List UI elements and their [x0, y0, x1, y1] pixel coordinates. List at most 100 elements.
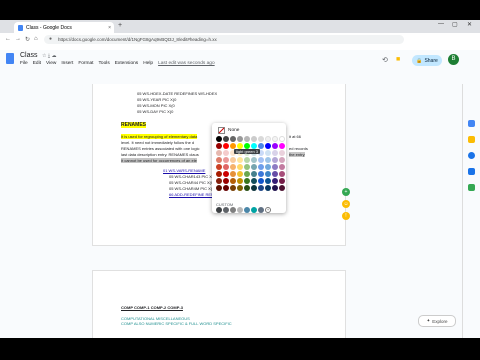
color-swatch[interactable]	[265, 171, 271, 177]
color-swatch[interactable]	[244, 185, 250, 191]
color-swatch[interactable]	[230, 136, 236, 142]
color-swatch[interactable]	[258, 136, 264, 142]
color-swatch[interactable]	[216, 178, 222, 184]
meet-icon[interactable]: ■	[396, 56, 400, 63]
color-swatch[interactable]	[272, 150, 278, 156]
color-swatch[interactable]	[279, 157, 285, 163]
color-swatch[interactable]	[272, 185, 278, 191]
color-swatch[interactable]	[223, 136, 229, 142]
color-swatch[interactable]	[251, 185, 257, 191]
color-swatch[interactable]	[230, 157, 236, 163]
color-swatch[interactable]	[251, 157, 257, 163]
address-bar[interactable]: ● https://docs.google.com/document/d/1Ng…	[44, 35, 404, 44]
color-swatch[interactable]	[265, 157, 271, 163]
color-swatch[interactable]	[251, 178, 257, 184]
maps-icon[interactable]	[468, 184, 475, 191]
color-swatch[interactable]	[237, 164, 243, 170]
menu-tools[interactable]: Tools	[99, 61, 110, 66]
color-swatch[interactable]	[216, 143, 222, 149]
document-title[interactable]: Class	[20, 52, 38, 59]
color-swatch[interactable]	[265, 178, 271, 184]
color-swatch[interactable]	[251, 171, 257, 177]
color-swatch[interactable]	[223, 171, 229, 177]
explore-button[interactable]: ✦ Explore	[418, 315, 456, 327]
menu-insert[interactable]: Insert	[61, 61, 73, 66]
color-swatch[interactable]	[258, 164, 264, 170]
color-swatch[interactable]	[279, 185, 285, 191]
custom-color-swatch[interactable]	[230, 207, 236, 213]
custom-color-swatch[interactable]	[223, 207, 229, 213]
color-swatch[interactable]	[258, 178, 264, 184]
add-comment-button[interactable]: +	[342, 188, 350, 196]
menu-edit[interactable]: Edit	[33, 61, 41, 66]
color-swatch[interactable]	[265, 150, 271, 156]
color-swatch[interactable]	[244, 157, 250, 163]
new-tab-button[interactable]: +	[118, 22, 122, 29]
color-swatch[interactable]	[258, 171, 264, 177]
add-custom-color-button[interactable]: +	[265, 207, 271, 213]
history-icon[interactable]: ⟲	[382, 56, 388, 64]
color-swatch[interactable]	[265, 143, 271, 149]
color-swatch[interactable]	[272, 136, 278, 142]
color-swatch[interactable]	[272, 178, 278, 184]
share-button[interactable]: 🔒 Share	[412, 55, 442, 66]
reload-button[interactable]: ↻	[25, 36, 30, 43]
emoji-reaction-button[interactable]: ☺	[342, 200, 350, 208]
color-swatch[interactable]	[216, 171, 222, 177]
menu-view[interactable]: View	[46, 61, 56, 66]
custom-color-swatch[interactable]	[258, 207, 264, 213]
keep-icon[interactable]	[468, 136, 475, 143]
custom-color-swatch[interactable]	[237, 207, 243, 213]
color-swatch[interactable]	[244, 136, 250, 142]
color-swatch[interactable]	[230, 164, 236, 170]
window-close-button[interactable]: ✕	[467, 21, 472, 28]
color-swatch[interactable]	[237, 136, 243, 142]
color-swatch[interactable]	[279, 178, 285, 184]
avatar[interactable]: B	[448, 54, 459, 65]
tab-close-icon[interactable]: ×	[108, 25, 111, 31]
color-swatch[interactable]	[216, 164, 222, 170]
color-swatch[interactable]	[237, 157, 243, 163]
color-swatch[interactable]	[279, 143, 285, 149]
home-button[interactable]: ⌂	[34, 36, 38, 42]
color-swatch[interactable]	[237, 178, 243, 184]
color-swatch[interactable]	[223, 143, 229, 149]
menu-extensions[interactable]: Extensions	[115, 61, 138, 66]
color-swatch[interactable]	[223, 164, 229, 170]
color-swatch[interactable]	[258, 157, 264, 163]
color-swatch[interactable]	[279, 171, 285, 177]
color-swatch[interactable]	[223, 150, 229, 156]
color-swatch[interactable]	[230, 185, 236, 191]
docs-logo-icon[interactable]	[6, 53, 14, 64]
color-swatch[interactable]	[272, 171, 278, 177]
color-swatch[interactable]	[251, 164, 257, 170]
menu-format[interactable]: Format	[78, 61, 93, 66]
tasks-icon[interactable]	[468, 152, 475, 159]
color-swatch[interactable]	[237, 171, 243, 177]
color-swatch[interactable]	[223, 185, 229, 191]
color-swatch[interactable]	[279, 164, 285, 170]
color-swatch[interactable]	[244, 164, 250, 170]
color-swatch[interactable]	[230, 171, 236, 177]
color-swatch[interactable]	[244, 178, 250, 184]
color-swatch[interactable]	[216, 157, 222, 163]
suggest-edits-button[interactable]: !	[342, 212, 350, 220]
menu-file[interactable]: File	[20, 61, 28, 66]
color-swatch[interactable]	[244, 171, 250, 177]
color-swatch[interactable]	[265, 164, 271, 170]
menu-help[interactable]: Help	[143, 61, 153, 66]
no-color-option[interactable]: None	[218, 127, 239, 134]
color-swatch[interactable]	[223, 157, 229, 163]
color-swatch[interactable]	[272, 157, 278, 163]
last-edit-link[interactable]: Last edit was seconds ago	[158, 61, 215, 66]
custom-color-swatch[interactable]	[251, 207, 257, 213]
tab-class-docs[interactable]: Class - Google Docs ×	[14, 22, 114, 33]
color-swatch[interactable]	[237, 185, 243, 191]
color-swatch[interactable]	[216, 150, 222, 156]
forward-button[interactable]: →	[15, 36, 21, 42]
color-swatch[interactable]	[216, 136, 222, 142]
window-minimize-button[interactable]: —	[438, 21, 444, 27]
color-swatch[interactable]	[279, 136, 285, 142]
color-swatch[interactable]	[258, 185, 264, 191]
color-swatch[interactable]	[279, 150, 285, 156]
